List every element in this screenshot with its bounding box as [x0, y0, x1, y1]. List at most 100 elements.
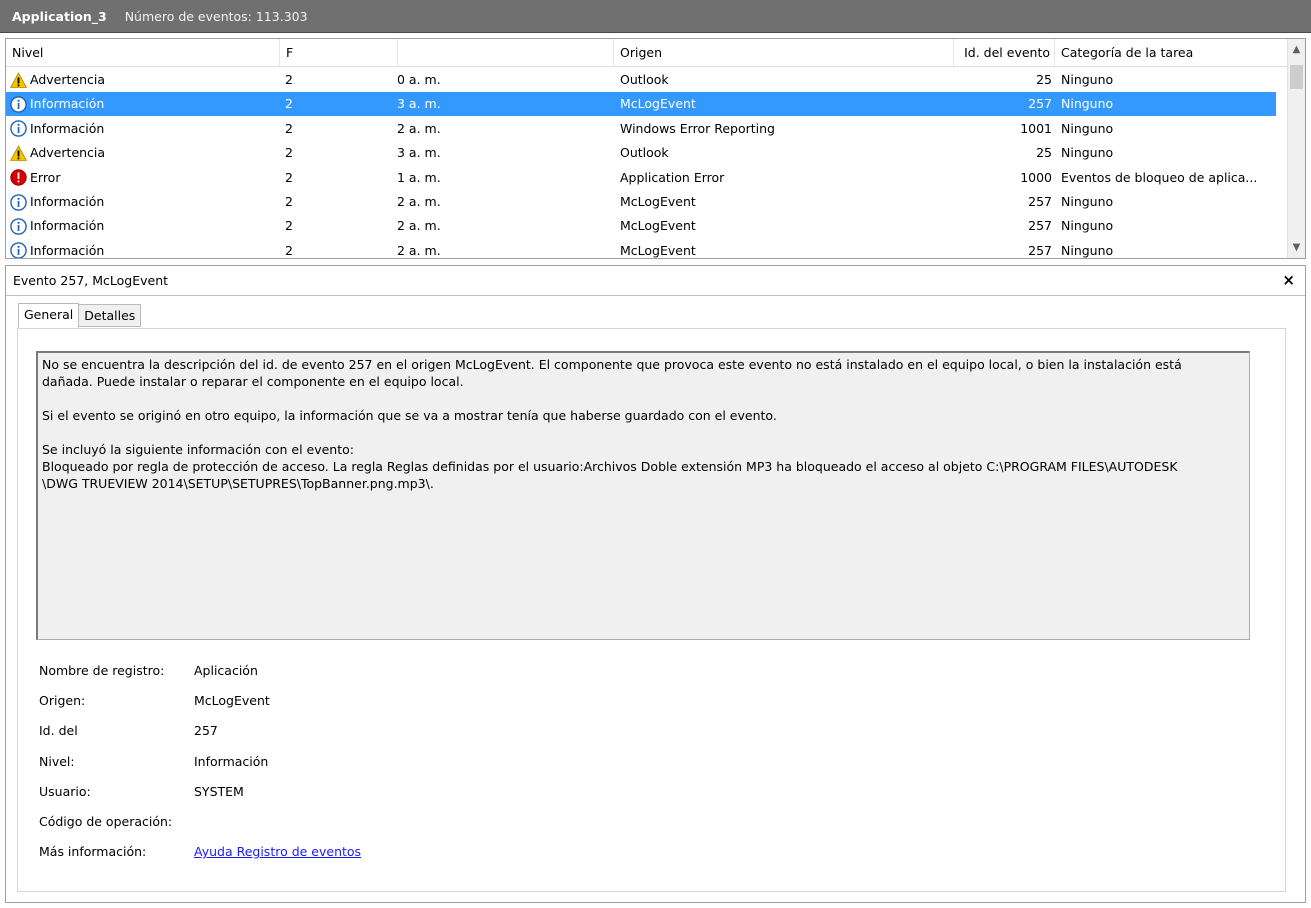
info-icon — [10, 193, 27, 211]
property-value: 257 — [194, 723, 218, 739]
table-row[interactable]: Error 2 1 a. m. Application Error 1000 Evento… — [6, 166, 1276, 190]
row-category: Ninguno — [1061, 145, 1114, 161]
description-line: No se encuentra la descripción del id. d… — [42, 357, 1182, 372]
error-icon — [10, 169, 27, 186]
event-description[interactable]: No se encuentra la descripción del id. d… — [36, 351, 1250, 640]
table-row[interactable]: Información 2 2 a. m. McLogEvent 257 Ninguno — [6, 239, 1276, 258]
tab-general[interactable]: General — [18, 303, 80, 328]
column-header-category[interactable]: Categoría de la tarea — [1055, 39, 1288, 66]
help-link[interactable]: Ayuda Registro de eventos — [194, 841, 361, 863]
info-icon — [10, 96, 27, 113]
row-time: 1 a. m. — [397, 169, 441, 185]
row-source: McLogEvent — [620, 218, 696, 234]
tab-details[interactable]: Detalles — [78, 304, 142, 327]
row-level: Advertencia — [30, 145, 106, 161]
table-row[interactable]: Información 2 2 a. m. Windows Error Reporti… — [6, 117, 1276, 141]
table-row[interactable]: Información 2 2 a. m. McLogEvent 257 Ninguno — [6, 190, 1276, 214]
row-level: Información — [30, 120, 105, 136]
table-row[interactable]: Información 2 3 a. m. McLogEvent 257 Ninguno — [6, 92, 1276, 117]
row-date: 2 — [285, 72, 293, 87]
event-count: Número de eventos: 113.303 — [124, 8, 308, 24]
events-list-header: Nivel F Origen Id. del evento Categoría … — [6, 39, 1288, 67]
description-line: dañada. Puede instalar o reparar el comp… — [42, 374, 464, 389]
row-source: McLogEvent — [620, 242, 696, 258]
row-category: Ninguno — [1061, 194, 1114, 209]
scrollbar-thumb[interactable] — [1290, 65, 1303, 89]
column-header-date[interactable]: F — [280, 39, 398, 66]
row-date: 2 — [285, 242, 293, 258]
row-category: Ninguno — [1061, 218, 1114, 234]
description-line: Si el evento se originó en otro equipo, … — [42, 408, 777, 423]
window-title-bar: Application_3 Número de eventos: 113.303 — [0, 0, 1311, 33]
property-label: Código de operación: — [39, 814, 173, 829]
row-time: 2 a. m. — [397, 218, 441, 234]
property-label: Nivel: — [39, 753, 75, 769]
column-header-event-id[interactable]: Id. del evento — [954, 39, 1055, 66]
scroll-up-icon[interactable]: ▲ — [1288, 41, 1305, 58]
property-value: SYSTEM — [194, 783, 244, 799]
property-label: Nombre de registro: — [39, 663, 165, 678]
row-source: Outlook — [620, 145, 669, 161]
row-level: Información — [30, 242, 105, 258]
row-level: Información — [30, 194, 105, 209]
log-name: Application_3 — [12, 8, 107, 24]
details-tabs: General Detalles — [18, 303, 142, 328]
property-value: Aplicación — [194, 663, 258, 678]
row-time: 2 a. m. — [397, 120, 441, 136]
table-row[interactable]: Información 2 2 a. m. McLogEvent 257 Ninguno — [6, 214, 1276, 238]
close-icon[interactable]: × — [1282, 271, 1295, 289]
row-source: Windows Error Reporting — [620, 120, 775, 136]
row-event-id: 257 — [1028, 242, 1052, 258]
description-line: \DWG TRUEVIEW 2014\SETUP\SETUPRES\TopBan… — [42, 476, 434, 491]
row-event-id: 257 — [1028, 194, 1052, 209]
row-category: Ninguno — [1061, 96, 1114, 112]
row-date: 2 — [285, 194, 293, 209]
row-date: 2 — [285, 145, 293, 161]
property-value: McLogEvent — [194, 693, 270, 709]
row-level: Error — [30, 169, 61, 185]
row-date: 2 — [285, 120, 293, 136]
row-time: 3 a. m. — [397, 145, 441, 161]
event-details-pane: Evento 257, McLogEvent × General Detalle… — [5, 265, 1306, 903]
row-level: Información — [30, 96, 105, 112]
info-icon — [10, 218, 27, 235]
details-header: Evento 257, McLogEvent × — [6, 266, 1305, 296]
row-event-id: 25 — [1036, 72, 1052, 87]
row-source: McLogEvent — [620, 194, 696, 209]
info-icon — [10, 120, 27, 138]
column-header-time[interactable] — [398, 39, 614, 66]
description-line: Bloqueado por regla de protección de acc… — [42, 459, 1178, 474]
property-label: Origen: — [39, 693, 86, 709]
details-title: Evento 257, McLogEvent — [13, 273, 169, 288]
column-header-level[interactable]: Nivel — [6, 39, 280, 66]
property-label: Más información: — [39, 844, 147, 860]
property-label: Id. del — [39, 723, 78, 739]
column-header-source[interactable]: Origen — [614, 39, 954, 66]
row-time: 2 a. m. — [397, 242, 441, 258]
scroll-down-icon[interactable]: ▼ — [1288, 239, 1305, 256]
row-category: Ninguno — [1061, 242, 1114, 258]
warning-icon — [10, 71, 28, 89]
row-event-id: 1000 — [1020, 169, 1052, 185]
table-row[interactable]: Advertencia 2 3 a. m. Outlook 25 Ninguno — [6, 141, 1276, 165]
vertical-scrollbar[interactable]: ▲ ▼ — [1287, 39, 1305, 258]
property-label: Usuario: — [39, 783, 91, 799]
row-event-id: 257 — [1028, 218, 1052, 234]
row-date: 2 — [285, 96, 293, 112]
property-value: Información — [194, 753, 269, 769]
row-source: McLogEvent — [620, 96, 696, 112]
row-category: Ninguno — [1061, 72, 1114, 87]
row-time: 3 a. m. — [397, 96, 441, 112]
warning-icon — [10, 144, 28, 162]
row-time: 0 a. m. — [397, 72, 441, 87]
row-event-id: 25 — [1036, 145, 1052, 161]
row-source: Application Error — [620, 169, 725, 185]
events-list[interactable]: Nivel F Origen Id. del evento Categoría … — [5, 38, 1306, 259]
row-level: Información — [30, 218, 105, 234]
row-date: 2 — [285, 169, 293, 185]
table-row[interactable]: Advertencia 2 0 a. m. Outlook 25 Ninguno — [6, 68, 1276, 92]
row-event-id: 257 — [1028, 96, 1052, 112]
row-source: Outlook — [620, 72, 669, 87]
row-category: Ninguno — [1061, 120, 1114, 136]
general-tab-panel: No se encuentra la descripción del id. d… — [17, 328, 1286, 892]
